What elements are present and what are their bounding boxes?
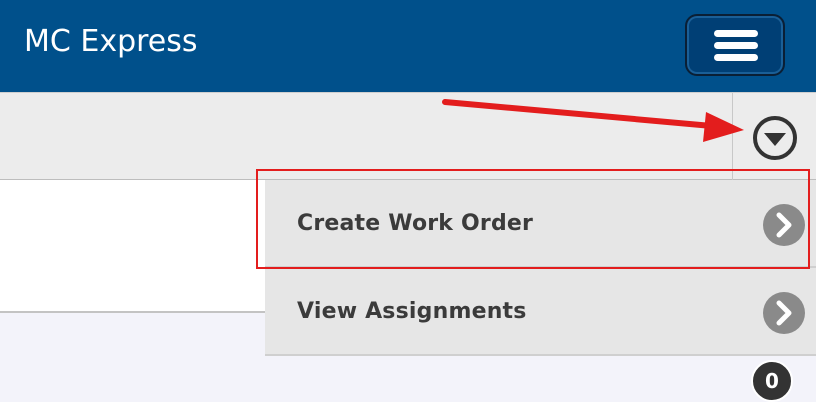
dropdown-circle-icon <box>753 116 797 160</box>
action-bar-divider <box>732 93 733 180</box>
menu-item-view-assignments[interactable]: View Assignments <box>265 268 816 356</box>
main-menu-button[interactable] <box>685 14 785 76</box>
menu-item-label: Create Work Order <box>297 211 534 236</box>
chevron-right-icon <box>763 204 805 246</box>
app-title: MC Express <box>24 24 198 59</box>
menu-item-label: View Assignments <box>297 299 527 324</box>
menu-item-create-work-order[interactable]: Create Work Order <box>265 180 816 268</box>
app-header: MC Express <box>0 0 816 92</box>
content-panel <box>0 180 270 313</box>
dropdown-toggle-button[interactable] <box>751 114 799 162</box>
dropdown-menu: Create Work Order View Assignments <box>265 180 816 356</box>
count-badge: 0 <box>751 360 793 402</box>
hamburger-icon <box>714 30 758 62</box>
chevron-right-icon <box>763 292 805 334</box>
action-bar <box>0 92 816 180</box>
